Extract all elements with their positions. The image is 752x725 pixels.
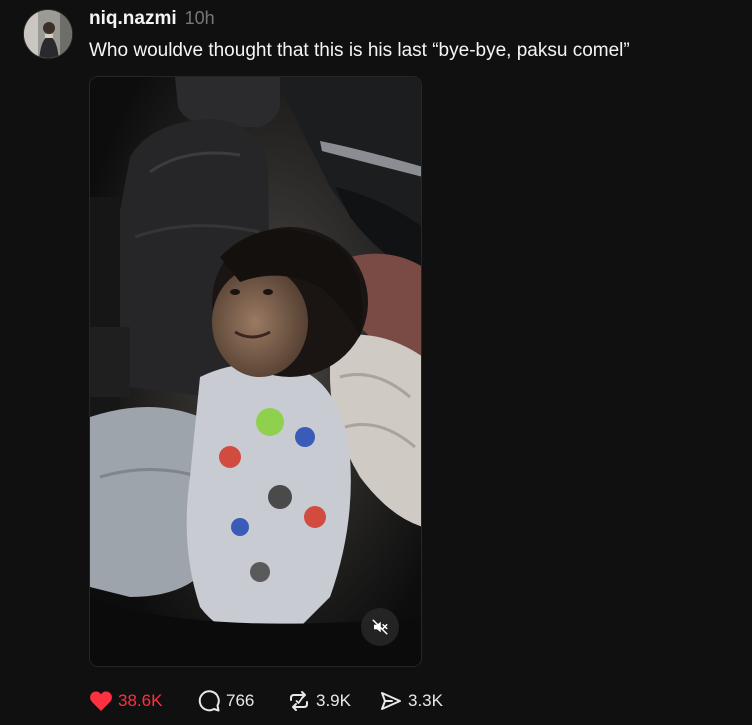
thread-post: niq.nazmi 10h Who wouldve thought that t… — [0, 0, 752, 725]
post-caption: Who wouldve thought that this is his las… — [89, 40, 630, 61]
speaker-muted-icon — [372, 619, 388, 635]
video-player[interactable] — [89, 76, 422, 667]
post-header: niq.nazmi 10h — [89, 8, 215, 30]
heart-filled-icon — [90, 691, 112, 711]
send-icon — [381, 692, 401, 710]
comment-icon — [198, 690, 220, 712]
repost-button[interactable]: 3.9K — [287, 689, 379, 713]
username[interactable]: niq.nazmi — [89, 8, 177, 30]
like-count: 38.6K — [118, 691, 163, 710]
repost-count: 3.9K — [316, 691, 351, 710]
reply-button[interactable]: 766 — [197, 689, 287, 713]
avatar-image — [24, 10, 72, 58]
timestamp[interactable]: 10h — [185, 8, 215, 29]
reply-count: 766 — [226, 691, 255, 710]
repost-icon — [290, 691, 308, 711]
like-button[interactable]: 38.6K — [89, 690, 197, 712]
mute-toggle-button[interactable] — [361, 608, 399, 646]
action-bar: 38.6K 766 3.9K 3.3K — [89, 686, 459, 716]
video-frame — [90, 77, 421, 666]
avatar[interactable] — [23, 9, 73, 59]
share-button[interactable]: 3.3K — [379, 689, 459, 713]
share-count: 3.3K — [408, 691, 443, 710]
